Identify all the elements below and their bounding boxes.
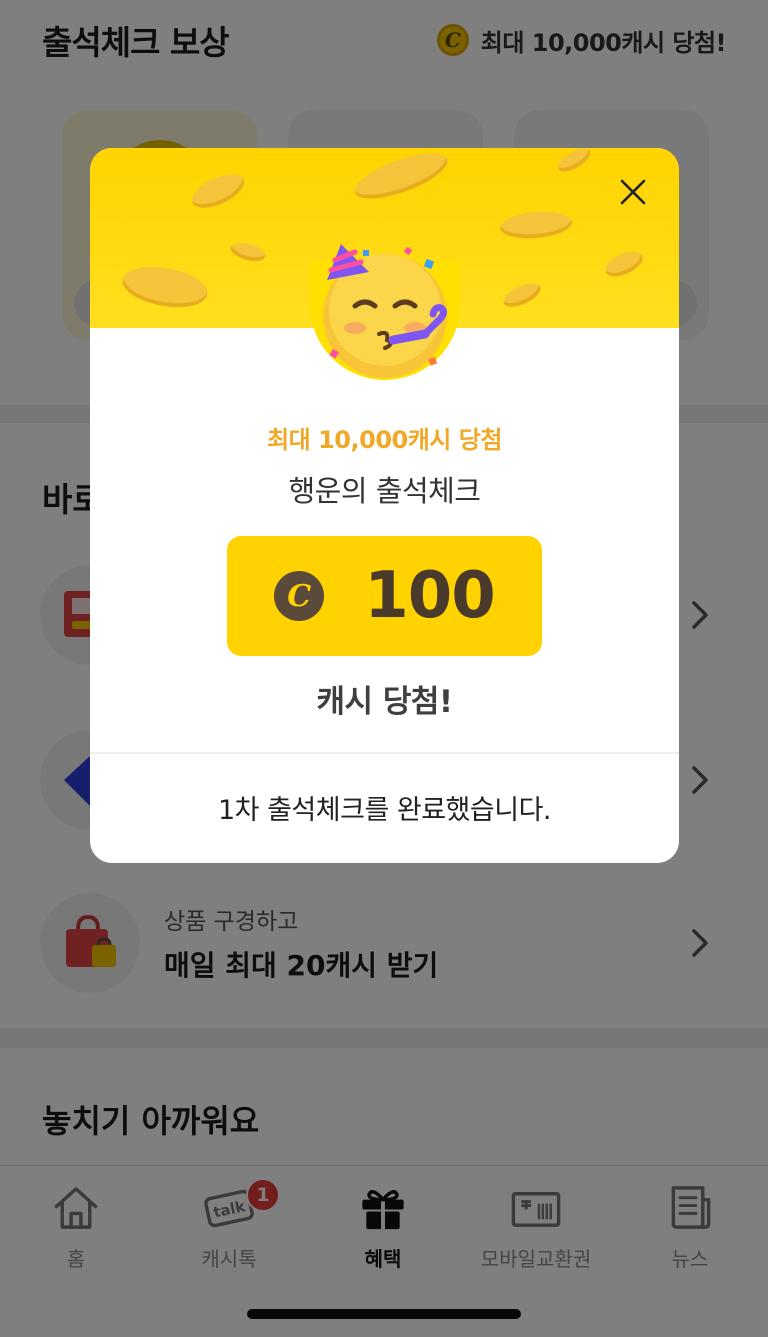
coin-decoration [601,246,647,282]
party-face-emoji-icon [322,244,447,378]
reward-amount-box: C 100 [227,536,542,656]
modal-divider [90,752,679,754]
coin-decoration [499,208,573,242]
attendance-result-modal: 최대 10,000캐시 당첨 행운의 출석체크 C 100 캐시 당첨! 1차 … [90,148,679,863]
coin-decoration [349,148,453,208]
modal-subtitle: 행운의 출석체크 [288,474,481,508]
close-button[interactable] [613,172,653,212]
coin-decoration [228,239,268,265]
reward-amount: 100 [364,559,496,633]
modal-footer-message: 1차 출석체크를 완료했습니다. [217,795,552,826]
coin-decoration [119,260,211,314]
coin-decoration [187,167,249,215]
coin-decoration [500,278,544,312]
modal-promo-text: 최대 10,000캐시 당첨 [267,426,502,454]
close-icon [620,179,646,205]
modal-result-text: 캐시 당첨! [316,684,453,720]
cash-coin-icon: C [274,571,325,621]
coin-decoration [554,148,594,176]
